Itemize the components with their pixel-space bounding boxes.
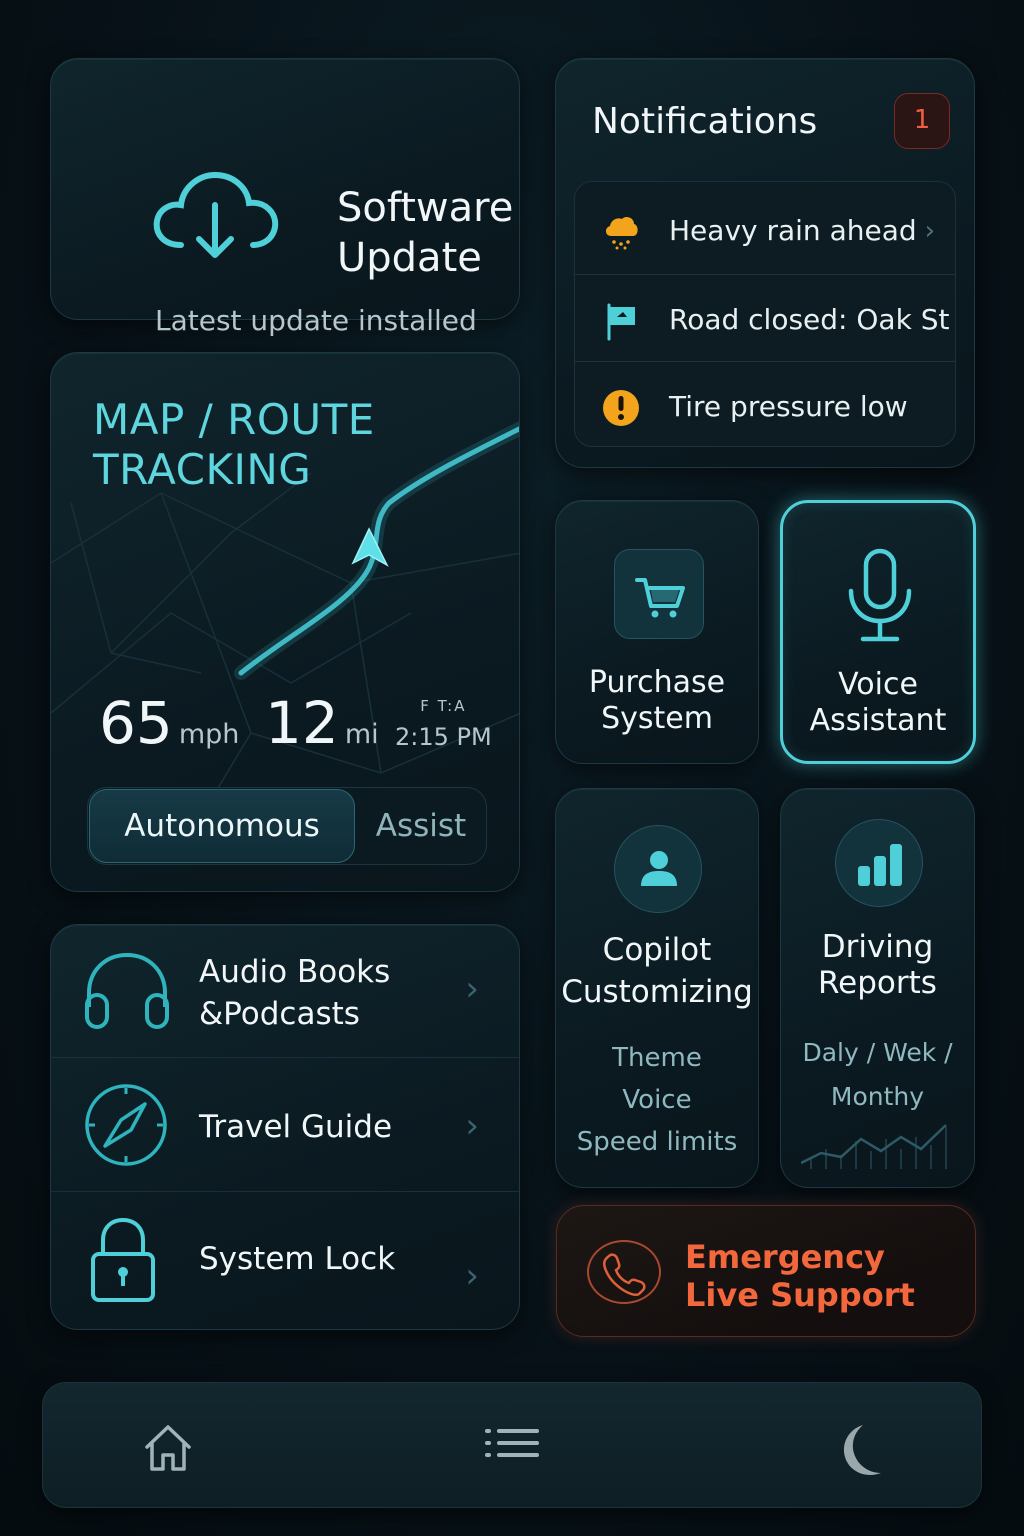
eta-label: F T:A bbox=[420, 697, 467, 715]
emergency-support-button[interactable]: Emergency Live Support bbox=[556, 1205, 976, 1337]
flag-icon bbox=[607, 303, 635, 341]
theme-option[interactable]: Theme bbox=[556, 1037, 758, 1079]
copilot-options: Theme Voice Speed limits bbox=[556, 1037, 758, 1163]
headphones-icon bbox=[85, 952, 169, 1029]
travel-guide-label: Travel Guide bbox=[199, 1109, 393, 1145]
voice-option[interactable]: Voice bbox=[556, 1079, 758, 1121]
report-period-options: Daly / Wek / Monthy bbox=[781, 1031, 974, 1119]
notification-text: Tire pressure low bbox=[669, 390, 908, 423]
chevron-right-icon: › bbox=[465, 1256, 479, 1296]
microphone-icon bbox=[848, 548, 912, 642]
speed-limits-option[interactable]: Speed limits bbox=[556, 1121, 758, 1163]
home-icon[interactable] bbox=[141, 1423, 195, 1473]
lock-icon bbox=[91, 1217, 155, 1302]
distance-readout: 12 mi bbox=[265, 689, 379, 757]
chevron-right-icon: › bbox=[465, 969, 479, 1009]
report-sparkline bbox=[801, 1124, 947, 1169]
system-lock-label: System Lock bbox=[199, 1241, 396, 1277]
bottom-navigation-bar bbox=[42, 1382, 982, 1508]
drive-mode-toggle: Autonomous Assist bbox=[87, 787, 487, 865]
driving-reports-tile[interactable]: Driving Reports Daly / Wek / Monthy bbox=[780, 788, 975, 1188]
notifications-card: Notifications 1 Heavy rain ahead › Road … bbox=[555, 58, 975, 468]
software-update-card[interactable]: Software Update Latest update installed bbox=[50, 58, 520, 337]
moon-icon[interactable] bbox=[833, 1423, 893, 1479]
audio-books-label: Audio Books &Podcasts bbox=[199, 954, 391, 1032]
voice-assistant-tile[interactable]: Voice Assistant bbox=[780, 500, 976, 764]
cloud-download-icon bbox=[153, 171, 279, 258]
chevron-right-icon: › bbox=[924, 216, 935, 246]
user-icon bbox=[641, 851, 677, 886]
copilot-label: Copilot Customizing bbox=[561, 932, 753, 1010]
emergency-label: Emergency Live Support bbox=[685, 1238, 915, 1314]
notification-count-badge: 1 bbox=[894, 93, 950, 149]
menu-icon[interactable] bbox=[485, 1423, 541, 1471]
phone-icon bbox=[602, 1253, 646, 1297]
notification-text: Road closed: Oak St bbox=[669, 303, 950, 336]
list-item-system-lock[interactable]: System Lock › bbox=[51, 1191, 519, 1331]
map-route-card[interactable]: MAP / ROUTE TRACKING 65 mph 12 mi F T:A 2:… bbox=[50, 352, 520, 892]
warning-icon bbox=[603, 390, 639, 426]
purchase-system-label: Purchase System bbox=[588, 665, 726, 736]
bar-chart-icon-circle bbox=[835, 819, 923, 907]
notification-item[interactable]: Road closed: Oak St bbox=[575, 274, 955, 362]
cart-icon bbox=[635, 578, 685, 618]
compass-icon bbox=[85, 1084, 167, 1166]
speed-unit: mph bbox=[178, 719, 240, 750]
list-item-audio-books[interactable]: Audio Books &Podcasts › bbox=[51, 925, 519, 1057]
eta-readout: F T:A 2:15 PM bbox=[395, 697, 492, 751]
chevron-right-icon: › bbox=[465, 1106, 479, 1146]
phone-icon-ring bbox=[587, 1240, 661, 1304]
user-icon-circle bbox=[614, 825, 702, 913]
map-title: MAP / ROUTE TRACKING bbox=[93, 395, 375, 494]
report-period-line1[interactable]: Daly / Wek / bbox=[781, 1031, 974, 1075]
driving-reports-label: Driving Reports bbox=[818, 929, 937, 1001]
cart-icon-box bbox=[614, 549, 704, 639]
notifications-list: Heavy rain ahead › Road closed: Oak St T… bbox=[574, 181, 956, 447]
autonomous-mode-button[interactable]: Autonomous bbox=[89, 789, 355, 863]
software-update-status: Latest update installed bbox=[155, 304, 477, 337]
software-update-title: Software Update bbox=[337, 185, 514, 281]
speed-value: 65 bbox=[99, 689, 173, 757]
distance-value: 12 bbox=[265, 689, 339, 757]
notification-text: Heavy rain ahead bbox=[669, 214, 917, 247]
media-services-list: Audio Books &Podcasts › Travel Guide › S… bbox=[50, 924, 520, 1330]
distance-unit: mi bbox=[344, 719, 379, 750]
copilot-customizing-tile[interactable]: Copilot Customizing Theme Voice Speed li… bbox=[555, 788, 759, 1188]
eta-value: 2:15 PM bbox=[395, 723, 492, 751]
bar-chart-icon bbox=[858, 844, 902, 886]
notifications-title: Notifications bbox=[592, 101, 818, 142]
purchase-system-tile[interactable]: Purchase System bbox=[555, 500, 759, 764]
voice-assistant-label: Voice Assistant bbox=[809, 667, 947, 738]
notification-item[interactable]: Heavy rain ahead › bbox=[575, 186, 955, 274]
list-item-travel-guide[interactable]: Travel Guide › bbox=[51, 1057, 519, 1191]
rain-cloud-icon bbox=[605, 216, 638, 250]
speed-readout: 65 mph bbox=[99, 689, 239, 757]
report-period-line2[interactable]: Monthy bbox=[781, 1075, 974, 1119]
notification-item[interactable]: Tire pressure low bbox=[575, 361, 955, 449]
assist-mode-button[interactable]: Assist bbox=[356, 788, 486, 864]
